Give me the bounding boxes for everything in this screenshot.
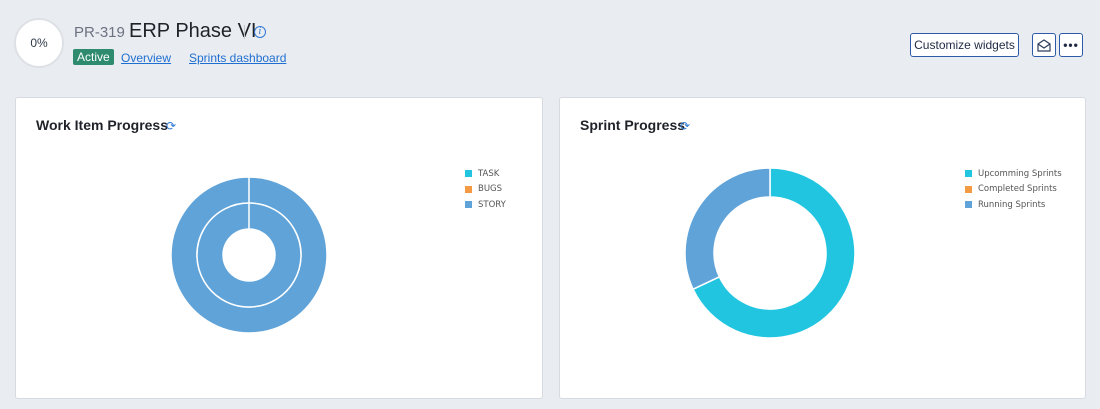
legend-swatch [465,201,472,209]
widget-title: Sprint Progress [580,117,686,133]
customize-widgets-button[interactable]: Customize widgets [910,33,1019,57]
legend-label: Upcomming Sprints [978,168,1062,179]
legend-item-upcoming[interactable]: Upcomming Sprints [965,166,1062,182]
sprints-dashboard-link[interactable]: Sprints dashboard [189,51,286,65]
info-icon[interactable]: i [254,26,266,38]
legend-label: Completed Sprints [978,184,1057,195]
page-title: ERP Phase VI [129,20,257,42]
legend-swatch [965,170,972,178]
legend-item-completed[interactable]: Completed Sprints [965,182,1062,198]
widget-title: Work Item Progress [36,117,169,133]
legend-item-story[interactable]: STORY [465,197,506,213]
chart-legend: Upcomming Sprints Completed Sprints Runn… [965,166,1062,213]
legend-label: Running Sprints [978,199,1046,210]
work-item-progress-widget: Work Item Progress ⟳ TASK BUGS STORY [15,97,543,399]
refresh-icon[interactable]: ⟳ [680,119,690,133]
legend-item-task[interactable]: TASK [465,166,506,182]
legend-swatch [965,185,972,193]
legend-swatch [965,201,972,209]
donut-slice-running-sprints[interactable] [684,167,771,291]
legend-label: BUGS [478,184,503,195]
legend-swatch [465,170,472,178]
legend-item-bugs[interactable]: BUGS [465,182,506,198]
legend-label: TASK [478,168,500,179]
open-envelope-icon [1037,38,1051,52]
work-item-donut-chart [170,176,328,334]
sprint-progress-widget: Sprint Progress ⟳ Upcomming Sprints Comp… [559,97,1086,399]
status-badge: Active [73,49,114,65]
progress-value: 0% [30,36,48,50]
project-id: PR-319 [74,24,125,41]
legend-swatch [465,185,472,193]
overview-link[interactable]: Overview [121,51,171,65]
mail-button[interactable] [1032,33,1056,57]
donut-slice-story[interactable] [170,176,328,334]
legend-item-running[interactable]: Running Sprints [965,197,1062,213]
more-options-button[interactable]: ••• [1059,33,1083,57]
legend-label: STORY [478,199,506,210]
sprint-donut-chart [684,167,856,339]
progress-indicator: 0% [14,18,64,68]
chart-legend: TASK BUGS STORY [465,166,506,213]
title-divider [244,25,245,39]
donut-slice-story[interactable] [196,202,302,308]
refresh-icon[interactable]: ⟳ [166,119,176,133]
